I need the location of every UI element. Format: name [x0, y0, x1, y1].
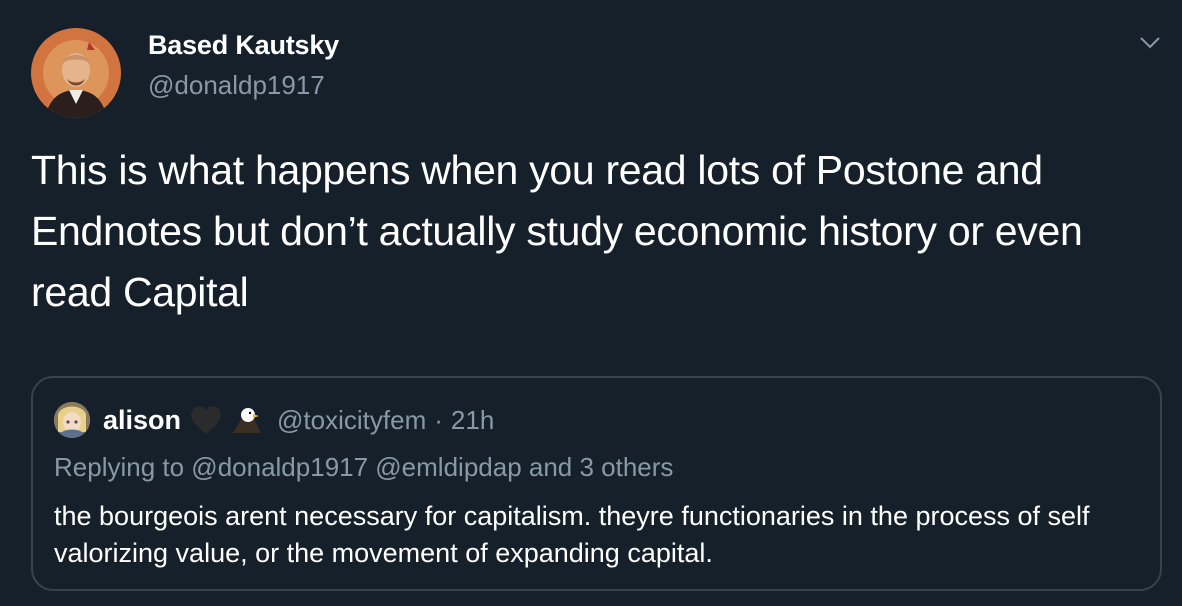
replying-to[interactable]: Replying to @donaldp1917 @emldipdap and … [54, 452, 673, 483]
quoted-tweet-text: the bourgeois arent necessary for capita… [54, 501, 1090, 568]
quoted-timestamp[interactable]: 21h [451, 405, 494, 436]
quoted-display-name[interactable]: alison [103, 405, 181, 436]
chevron-down-icon[interactable] [1138, 33, 1162, 53]
quoted-handle[interactable]: @toxicityfem [277, 405, 426, 436]
tweet-card[interactable]: Based Kautsky @donaldp1917 This is what … [0, 0, 1182, 606]
anime-avatar-icon [54, 402, 90, 438]
quoted-header: alison @toxicityfem · 21h [103, 400, 494, 440]
quoted-tweet[interactable]: alison @toxicityfem · 21h Replying to @d… [31, 376, 1162, 591]
author-display-name[interactable]: Based Kautsky [148, 30, 339, 61]
author-avatar[interactable] [31, 28, 121, 118]
tweet-text: This is what happens when you read lots … [31, 147, 1083, 315]
quoted-author-avatar[interactable] [54, 402, 90, 438]
portrait-icon [31, 28, 121, 118]
meta-separator: · [434, 404, 443, 435]
black-heart-icon [189, 405, 223, 435]
eagle-icon [231, 405, 263, 435]
author-handle[interactable]: @donaldp1917 [148, 70, 325, 101]
